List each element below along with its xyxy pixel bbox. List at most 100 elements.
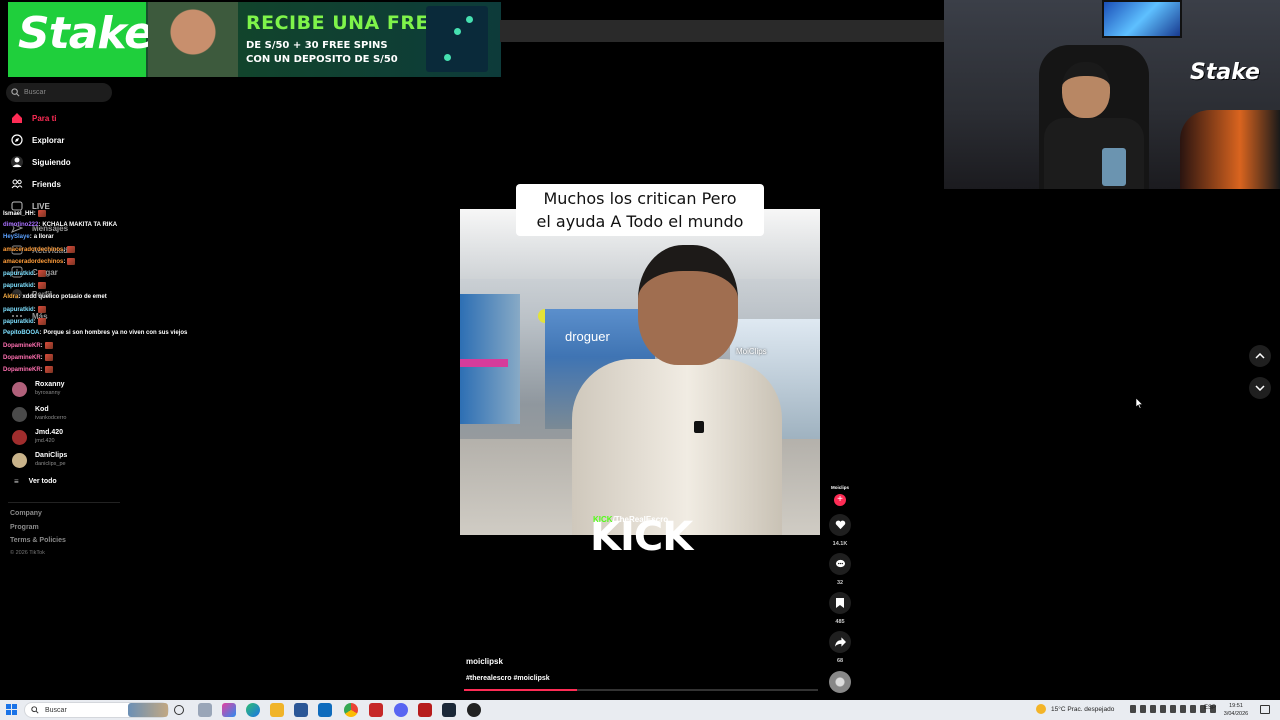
chat-username: DopamineKR	[3, 366, 41, 373]
chat-username: amaceradordechinos	[3, 246, 64, 253]
account-handle: jmd.420	[35, 438, 55, 444]
nav-label: Friends	[32, 179, 61, 189]
taskbar-clock[interactable]: 19:51 3/04/2026	[1218, 702, 1254, 718]
outlook-icon[interactable]	[318, 703, 332, 717]
chat-emote-icon	[37, 210, 46, 217]
obs-icon[interactable]	[467, 703, 481, 717]
webcam-chair-right	[1180, 110, 1280, 189]
task-view-icon[interactable]	[174, 705, 184, 715]
footer-link-company[interactable]: Company	[10, 510, 42, 517]
widgets-icon[interactable]	[198, 703, 212, 717]
webcam-tv	[1102, 0, 1182, 38]
comment-button[interactable]	[829, 553, 851, 575]
following-icon	[10, 155, 24, 169]
author-short-name[interactable]: Moiclips	[826, 485, 854, 490]
nav-item-para-ti[interactable]: Para ti	[10, 109, 56, 127]
streamer-webcam: Stake	[944, 0, 1280, 189]
windows-start-icon[interactable]	[6, 704, 17, 715]
following-account[interactable]: DaniClips daniclips_pe	[12, 450, 67, 470]
windows-taskbar: Buscar 15°C Prac. despejado ESP 19:51 3/…	[0, 700, 1280, 720]
chat-message: Aldra : xddd quelico potasio de emet	[3, 294, 107, 300]
save-count: 485	[835, 619, 845, 625]
chat-emote-icon	[37, 318, 46, 325]
nav-item-siguiendo[interactable]: Siguiendo	[10, 153, 71, 171]
mouse-cursor-icon	[1136, 398, 1143, 409]
store-icon[interactable]	[294, 703, 308, 717]
follow-plus-button[interactable]: +	[834, 494, 846, 506]
chat-username: papuratkid	[3, 270, 34, 277]
video-author[interactable]: moiclipsk	[466, 657, 503, 666]
chat-text: Porque si son hombres ya no viven con su…	[43, 330, 188, 336]
chat-message: amaceradordechinos :	[3, 258, 76, 265]
store-sign: droguer	[565, 329, 610, 344]
video-man-body	[572, 359, 782, 535]
kick-prefix: KICK	[593, 515, 613, 524]
share-icon	[834, 637, 846, 647]
chat-text: KCHALA MAKITA TA RIKA	[42, 222, 118, 228]
steam-icon[interactable]	[442, 703, 456, 717]
footer-link-program[interactable]: Program	[10, 524, 39, 531]
account-name: Roxanny	[35, 381, 65, 388]
file-explorer-icon[interactable]	[270, 703, 284, 717]
nav-label: Explorar	[32, 135, 65, 145]
avatar	[12, 452, 27, 468]
chat-emote-icon	[37, 306, 46, 313]
sidebar-divider	[8, 502, 120, 503]
chat-emote-icon	[37, 270, 46, 277]
chat-username: amaceradordechinos	[3, 258, 64, 265]
compass-icon	[10, 133, 24, 147]
browser-strip	[500, 20, 944, 42]
following-account[interactable]: Roxanny byroxanny	[12, 379, 65, 399]
previous-video-button[interactable]	[1249, 345, 1271, 367]
chat-message: DopamineKR :	[3, 366, 53, 373]
save-button[interactable]	[829, 592, 851, 614]
video-player[interactable]: droguer MoiClips	[460, 209, 820, 535]
stake-banner-ad[interactable]: Stake RECIBE UNA FREEBET DE S/50 + 30 FR…	[8, 2, 501, 77]
search-icon	[11, 88, 20, 97]
account-name: Kod	[35, 406, 49, 413]
search-input[interactable]: Buscar	[6, 83, 112, 102]
music-disc[interactable]	[829, 671, 851, 693]
chat-emote-icon	[44, 342, 53, 349]
like-count: 14.1K	[832, 541, 848, 547]
video-hashtags[interactable]: #therealescro #moiclipsk	[466, 675, 550, 682]
weather-widget[interactable]: 15°C Prac. despejado	[1036, 704, 1114, 714]
following-account[interactable]: Kod ivankodcerro	[12, 404, 67, 424]
video-progress-bar[interactable]	[464, 689, 818, 691]
banner-person-image	[148, 2, 238, 77]
taskbar-search-label: Buscar	[45, 706, 67, 714]
kick-handle: /TheRealEscro	[612, 515, 669, 524]
nav-item-explorar[interactable]: Explorar	[10, 131, 64, 149]
notification-icon[interactable]	[1260, 705, 1270, 714]
heart-icon	[835, 520, 845, 530]
chat-emote-icon	[67, 258, 76, 265]
next-video-button[interactable]	[1249, 377, 1271, 399]
following-account[interactable]: Jmd.420 jmd.420	[12, 427, 63, 447]
input-language[interactable]: ESP	[1204, 705, 1216, 711]
list-icon: ≡	[14, 477, 19, 486]
chat-username: papuratkid	[3, 282, 34, 289]
app-icon-red[interactable]	[369, 703, 383, 717]
app-icon-darkred[interactable]	[418, 703, 432, 717]
share-button[interactable]	[829, 631, 851, 653]
like-button[interactable]	[829, 514, 851, 536]
edge-icon[interactable]	[246, 703, 260, 717]
chat-username: DopamineKR	[3, 342, 41, 349]
friends-icon	[10, 177, 24, 191]
chat-username: HeySlaye	[3, 234, 30, 240]
chat-emote-icon	[44, 354, 53, 361]
see-all-button[interactable]: ≡ Ver todo	[14, 477, 57, 486]
chat-message: papuratkid :	[3, 282, 46, 289]
video-caption: Muchos los critican Pero el ayuda A Todo…	[516, 184, 764, 236]
nav-item-friends[interactable]: Friends	[10, 175, 61, 193]
footer-link-terms[interactable]: Terms & Policies	[10, 537, 66, 544]
chrome-icon[interactable]	[344, 703, 358, 717]
weather-sun-icon	[1036, 704, 1046, 714]
discord-icon[interactable]	[394, 703, 408, 717]
video-progress-fill	[464, 689, 578, 691]
avatar	[12, 429, 27, 445]
copyright: © 2026 TikTok	[10, 550, 45, 556]
chat-username: DopamineKR	[3, 354, 41, 361]
chat-emote-icon	[37, 282, 46, 289]
copilot-icon[interactable]	[222, 703, 236, 717]
